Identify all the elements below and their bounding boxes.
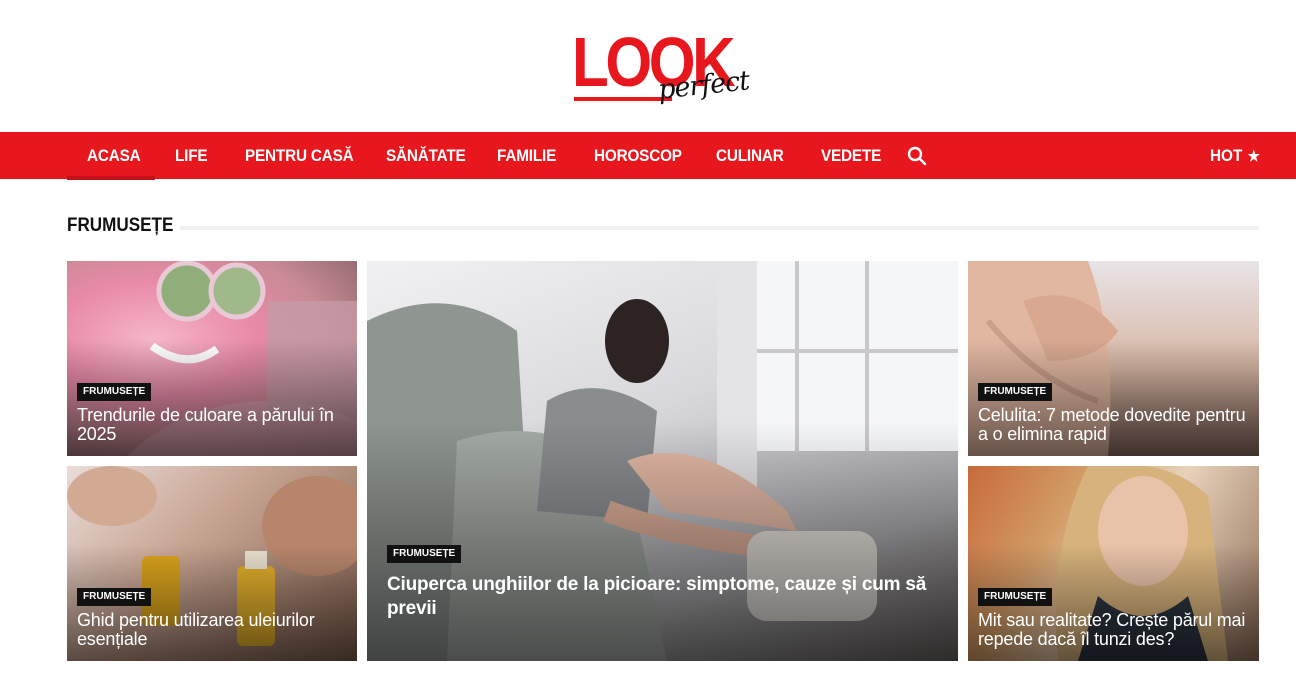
article-title[interactable]: Ghid pentru utilizarea uleiurilor esenți… (77, 611, 347, 649)
article-title[interactable]: Trendurile de culoare a părului în 2025 (77, 406, 347, 444)
image-overlay (367, 421, 958, 661)
nav-active-indicator (67, 176, 155, 180)
featured-article-card[interactable]: FRUMUSEȚE Ciuperca unghiilor de la picio… (367, 261, 958, 661)
article-card[interactable]: FRUMUSEȚE Trendurile de culoare a părulu… (67, 261, 357, 456)
category-badge[interactable]: FRUMUSEȚE (978, 383, 1053, 401)
article-title[interactable]: Ciuperca unghiilor de la picioare: simpt… (387, 573, 927, 621)
article-title[interactable]: Mit sau realitate? Crește părul mai repe… (978, 611, 1248, 649)
hot-link[interactable]: HOT ★ (1210, 132, 1260, 179)
category-badge[interactable]: FRUMUSEȚE (387, 545, 462, 563)
category-badge[interactable]: FRUMUSEȚE (978, 588, 1053, 606)
section-title: FRUMUSEȚE (67, 215, 174, 236)
hot-label: HOT (1210, 146, 1243, 165)
category-badge[interactable]: FRUMUSEȚE (77, 383, 152, 401)
article-card[interactable]: FRUMUSEȚE Celulita: 7 metode dovedite pe… (968, 261, 1259, 456)
star-icon: ★ (1247, 148, 1260, 165)
logo-underline (574, 97, 672, 101)
article-title[interactable]: Celulita: 7 metode dovedite pentru a o e… (978, 406, 1248, 444)
article-card[interactable]: FRUMUSEȚE Mit sau realitate? Crește păru… (968, 466, 1259, 661)
nav-item-sanatate[interactable]: SĂNĂTATE (386, 132, 466, 179)
nav-item-vedete[interactable]: VEDETE (821, 132, 881, 179)
nav-item-familie[interactable]: FAMILIE (497, 132, 556, 179)
search-icon[interactable] (907, 146, 927, 166)
nav-item-acasa[interactable]: ACASA (87, 132, 141, 179)
section-divider (180, 226, 1259, 230)
nav-item-pentru-casa[interactable]: PENTRU CASĂ (245, 132, 354, 179)
site-header: LOOK perfect (0, 0, 1296, 132)
nav-item-life[interactable]: LIFE (175, 132, 208, 179)
article-card[interactable]: FRUMUSEȚE Ghid pentru utilizarea uleiuri… (67, 466, 357, 661)
nav-item-horoscop[interactable]: HOROSCOP (594, 132, 682, 179)
site-logo[interactable]: LOOK perfect (570, 24, 760, 120)
nav-item-culinar[interactable]: CULINAR (716, 132, 784, 179)
category-badge[interactable]: FRUMUSEȚE (77, 588, 152, 606)
